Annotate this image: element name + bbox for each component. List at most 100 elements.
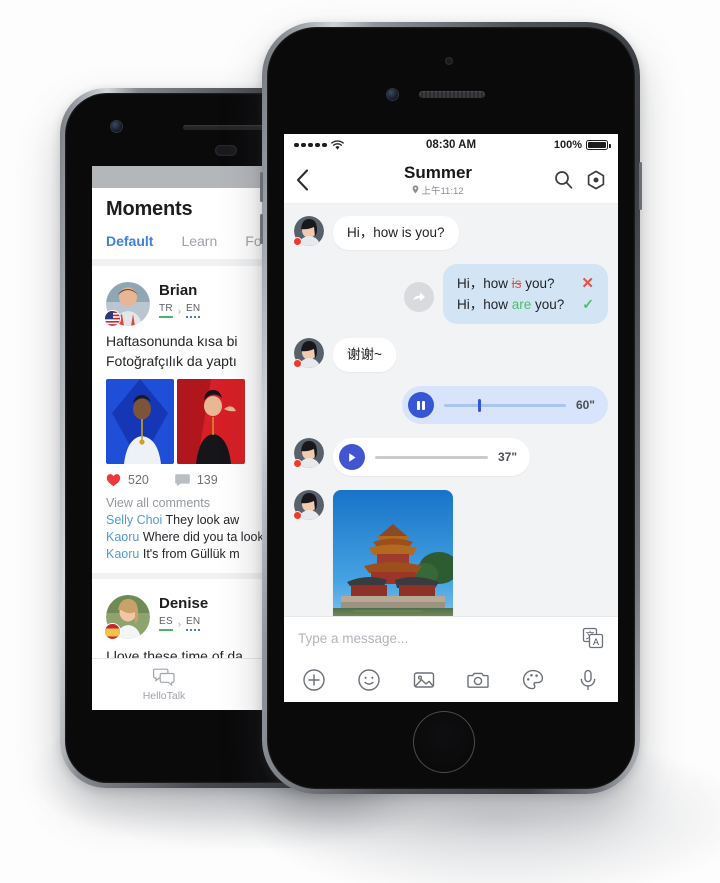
correction-suffix: you?	[521, 276, 555, 291]
status-left	[294, 139, 426, 151]
audio-duration: 60"	[575, 398, 595, 412]
chat-message-received: Hi，how is you?	[293, 216, 608, 250]
status-bar: 08:30 AM 100%	[284, 134, 618, 156]
correction-line-wrong: Hi，how is you? ✕	[457, 273, 594, 294]
status-right: 100%	[476, 139, 611, 151]
message-bubble[interactable]: 谢谢~	[333, 338, 396, 372]
flag-badge-es	[104, 623, 121, 640]
comment-stat[interactable]: 139	[175, 473, 218, 487]
translate-icon[interactable]: 文 A	[582, 627, 604, 649]
flag-badge-us	[104, 310, 121, 327]
tab-learn[interactable]: Learn	[181, 233, 217, 249]
signal-dots-icon	[294, 142, 327, 148]
correction-bubble[interactable]: Hi，how is you? ✕ Hi，how are you? ✓	[442, 264, 608, 324]
front-camera-icon	[387, 89, 398, 100]
volume-up-button[interactable]	[260, 172, 263, 202]
pause-icon	[417, 400, 425, 410]
chat-message-list[interactable]: Hi，how is you? Hi，how is you? ✕ Hi，how a…	[284, 204, 618, 616]
chevron-right-icon: ›	[177, 618, 181, 629]
status-time: 08:30 AM	[425, 139, 477, 151]
palette-icon[interactable]	[521, 668, 545, 692]
image-message[interactable]	[333, 490, 453, 616]
svg-text:A: A	[593, 637, 599, 647]
correction-line-right: Hi，how are you? ✓	[457, 294, 594, 315]
status-badge	[293, 459, 302, 468]
right-phone-screen: 08:30 AM 100% Summer 上午11:12 Hi，how is y…	[284, 134, 618, 702]
avatar[interactable]	[293, 338, 324, 368]
message-input-bar: Type a message... 文 A	[284, 616, 618, 702]
plus-circle-icon[interactable]	[302, 668, 326, 692]
pause-button[interactable]	[407, 392, 434, 418]
chat-title: Summer	[403, 162, 473, 182]
audio-bubble[interactable]: 60"	[401, 386, 608, 424]
avatar[interactable]	[293, 438, 324, 468]
earpiece-speaker	[419, 91, 485, 98]
wifi-icon	[330, 139, 344, 150]
chevron-right-icon: ›	[177, 305, 181, 316]
proximity-sensor	[445, 57, 453, 65]
avatar[interactable]	[104, 595, 150, 640]
microphone-icon[interactable]	[576, 668, 600, 692]
tab-hellotalk[interactable]: HelloTalk	[92, 659, 236, 710]
chat-message-audio-sent: 60"	[294, 386, 608, 424]
chat-title-block: Summer 上午11:12	[322, 163, 554, 197]
play-button[interactable]	[339, 444, 365, 470]
comment-author[interactable]: Kaoru	[106, 530, 139, 544]
heart-icon	[106, 474, 121, 487]
message-bubble[interactable]: Hi，how is you?	[333, 216, 459, 250]
like-stat[interactable]: 520	[106, 473, 149, 487]
audio-progress-thumb[interactable]	[478, 398, 482, 412]
status-badge	[293, 359, 302, 368]
power-button[interactable]	[639, 162, 642, 210]
post-image-blue[interactable]	[106, 379, 174, 464]
check-icon: ✓	[582, 296, 594, 312]
play-icon	[349, 452, 356, 462]
proximity-sensor	[215, 145, 237, 156]
battery-percent: 100%	[553, 139, 583, 151]
avatar[interactable]	[293, 216, 324, 246]
battery-icon	[586, 140, 611, 150]
forward-button[interactable]	[403, 282, 434, 312]
audio-bubble[interactable]: 37"	[333, 438, 531, 476]
comment-author[interactable]: Selly Choi	[106, 513, 162, 527]
language-source: ES	[159, 616, 173, 631]
home-button[interactable]	[413, 711, 475, 773]
tab-label: HelloTalk	[142, 690, 186, 702]
post-image-red[interactable]	[177, 379, 245, 464]
photo-icon[interactable]	[412, 668, 436, 692]
tab-default[interactable]: Default	[106, 233, 153, 249]
hex-target-icon[interactable]	[586, 170, 606, 190]
search-icon[interactable]	[554, 170, 573, 189]
chat-message-audio-received: 37"	[293, 438, 608, 476]
camera-icon[interactable]	[466, 668, 490, 692]
message-input-row: Type a message... 文 A	[284, 617, 618, 659]
smiley-icon[interactable]	[357, 668, 381, 692]
audio-progress-track[interactable]	[375, 455, 488, 459]
like-count: 520	[128, 473, 149, 487]
chat-navbar: Summer 上午11:12	[284, 156, 618, 204]
volume-down-button[interactable]	[260, 214, 263, 244]
comment-text: It's from Güllük m	[142, 547, 240, 561]
message-input[interactable]: Type a message...	[298, 631, 582, 646]
audio-progress-track[interactable]	[443, 398, 566, 412]
comment-author[interactable]: Kaoru	[106, 547, 139, 561]
status-badge	[293, 511, 302, 520]
back-button[interactable]	[296, 168, 322, 191]
right-phone-device: 08:30 AM 100% Summer 上午11:12 Hi，how is y…	[260, 22, 642, 794]
chat-message-correction: Hi，how is you? ✕ Hi，how are you? ✓	[294, 264, 608, 324]
chat-subtitle-text: 上午11:12	[421, 185, 464, 197]
chat-subtitle: 上午11:12	[322, 183, 554, 197]
avatar[interactable]	[104, 282, 150, 327]
language-target: EN	[185, 616, 201, 631]
status-badge	[293, 237, 302, 246]
correction-right-word: are	[511, 297, 532, 312]
chat-message-received: 谢谢~	[293, 338, 608, 372]
input-toolbar	[284, 659, 618, 701]
chat-message-image-received	[293, 490, 608, 616]
chevron-left-icon	[296, 168, 309, 191]
cross-icon: ✕	[581, 275, 594, 292]
chat-bubbles-icon	[153, 668, 175, 687]
correction-suffix: you?	[531, 297, 565, 312]
avatar[interactable]	[293, 490, 324, 520]
correction-wrong-word: is	[511, 276, 522, 291]
